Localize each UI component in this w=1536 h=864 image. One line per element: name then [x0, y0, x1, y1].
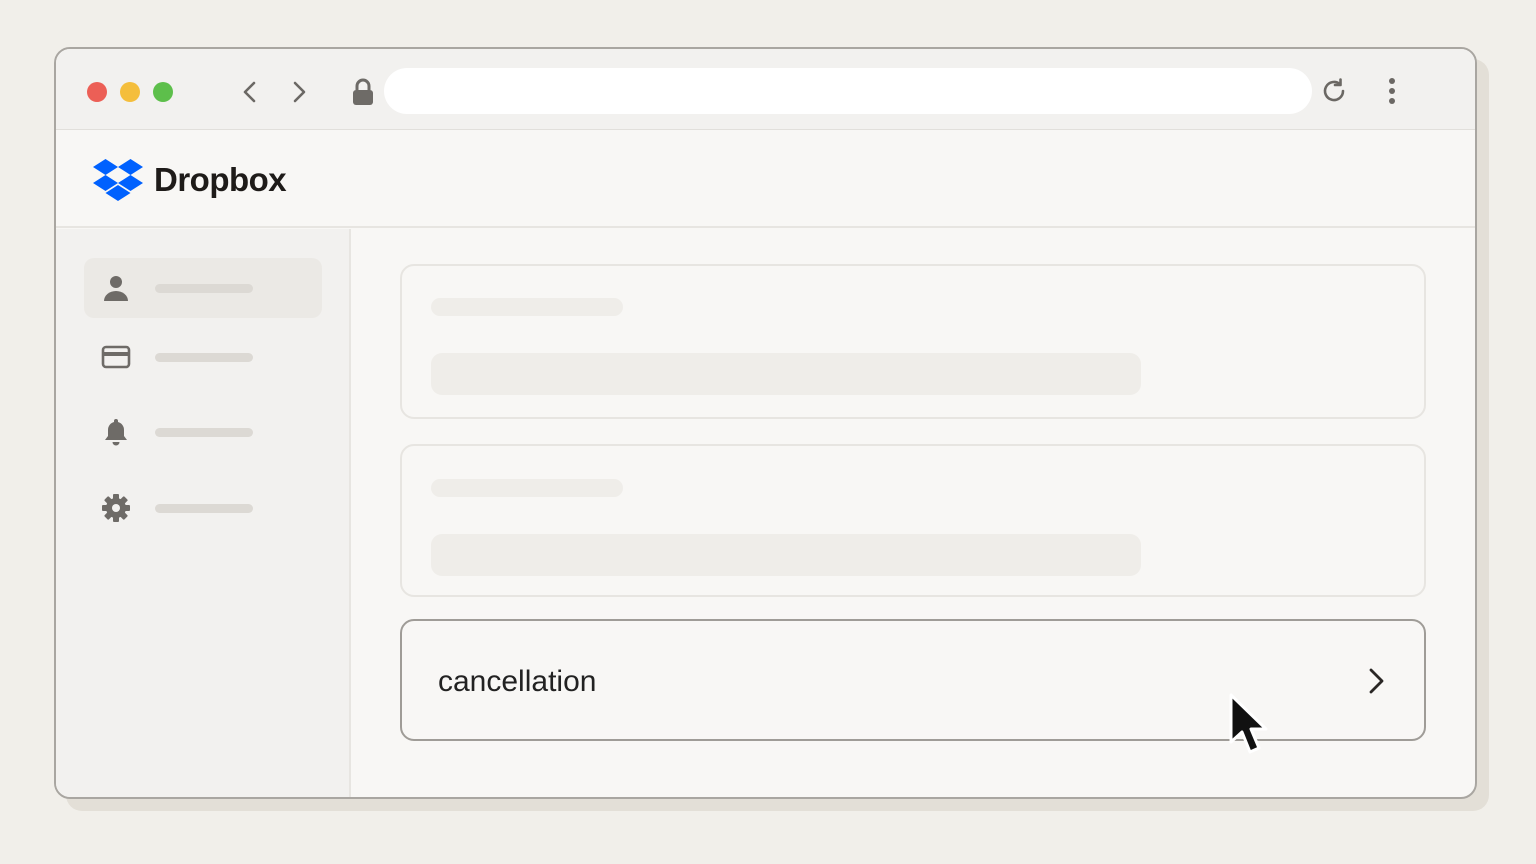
- credit-card-icon: [101, 345, 131, 369]
- cancellation-label: cancellation: [438, 665, 597, 698]
- sidebar-item-notifications[interactable]: [84, 402, 322, 462]
- lock-icon: [353, 78, 373, 105]
- sidebar-item-label-placeholder: [155, 284, 253, 293]
- settings-card-placeholder: [400, 264, 1426, 419]
- chevron-right-icon: [293, 81, 306, 103]
- chevron-right-icon: [1369, 668, 1384, 694]
- sidebar-item-label-placeholder: [155, 428, 253, 437]
- app-header: Dropbox: [56, 130, 1475, 228]
- skeleton-title: [431, 298, 623, 316]
- skeleton-body: [431, 353, 1141, 395]
- sidebar-item-account[interactable]: [84, 258, 322, 318]
- address-bar[interactable]: [384, 68, 1312, 114]
- dropbox-logo-icon[interactable]: [93, 158, 143, 202]
- close-window-button[interactable]: [87, 82, 107, 102]
- sidebar-item-billing[interactable]: [84, 327, 322, 387]
- sidebar-item-label-placeholder: [155, 504, 253, 513]
- sidebar-item-label-placeholder: [155, 353, 253, 362]
- minimize-window-button[interactable]: [120, 82, 140, 102]
- bell-icon: [105, 419, 127, 446]
- sidebar: [56, 229, 351, 797]
- mouse-pointer-icon: [1229, 693, 1268, 754]
- settings-card-placeholder: [400, 444, 1426, 597]
- gear-icon: [102, 494, 130, 522]
- person-icon: [104, 276, 128, 301]
- maximize-window-button[interactable]: [153, 82, 173, 102]
- forward-button[interactable]: [283, 75, 315, 109]
- brand-name[interactable]: Dropbox: [154, 161, 287, 199]
- chevron-left-icon: [243, 81, 256, 103]
- browser-toolbar: [56, 49, 1475, 130]
- reload-icon[interactable]: [1319, 76, 1349, 106]
- skeleton-body: [431, 534, 1141, 576]
- browser-window: Dropbox cancellation: [54, 47, 1477, 799]
- back-button[interactable]: [234, 75, 266, 109]
- sidebar-item-settings[interactable]: [84, 478, 322, 538]
- kebab-menu-icon[interactable]: [1382, 75, 1402, 107]
- skeleton-title: [431, 479, 623, 497]
